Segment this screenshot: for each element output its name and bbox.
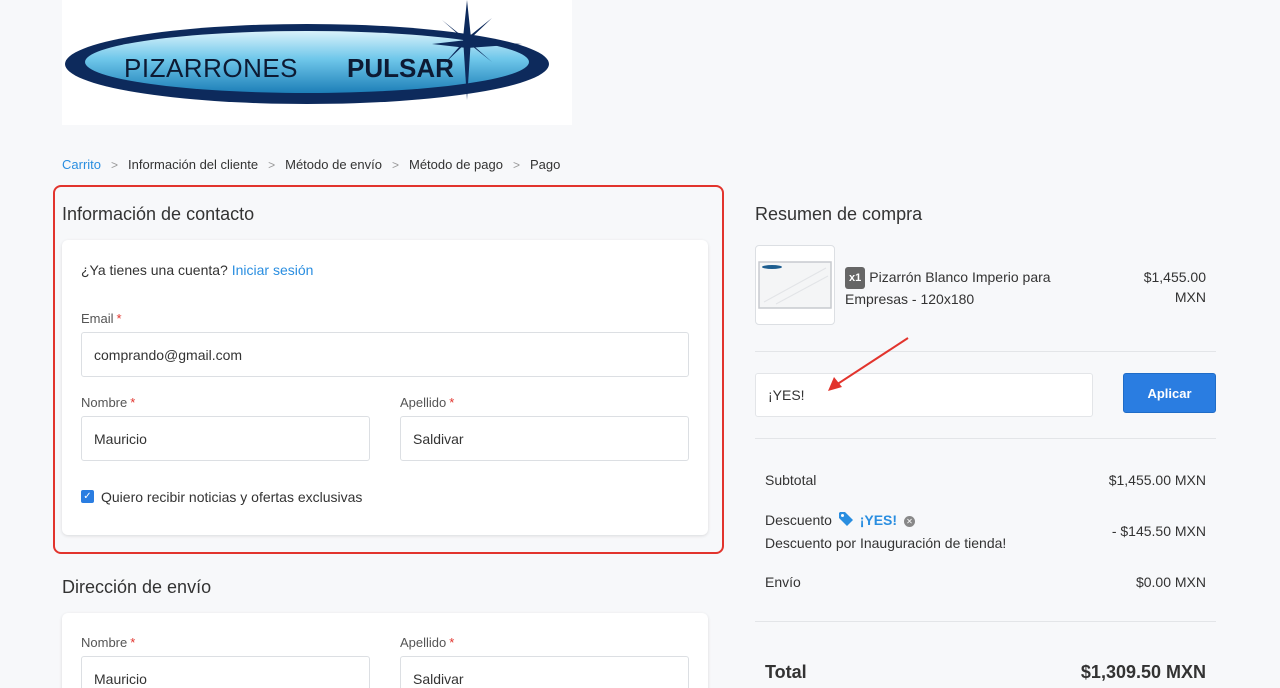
required-mark: * [116,311,122,326]
breadcrumb-payment: Pago [529,157,561,172]
check-icon: ✓ [83,491,92,502]
chevron-right-icon: > [391,157,399,172]
product-price-currency: MXN [1174,289,1206,305]
total-value: $1,309.50 MXN [1080,662,1206,682]
product-thumbnail [755,245,835,325]
subtotal-label: Subtotal [765,472,817,488]
logo-text-light: PIZARRONES [124,53,298,83]
shipping-first-name-field[interactable]: Mauricio [81,656,370,688]
apply-coupon-button[interactable]: Aplicar [1123,373,1216,413]
last-name-field[interactable]: Saldivar [400,416,689,461]
breadcrumb-payment-method: Método de pago [409,157,503,172]
breadcrumb-shipping-method: Método de envío [285,157,382,172]
product-name: x1 Pizarrón Blanco Imperio para Empresas … [845,267,1095,309]
chevron-right-icon: > [111,157,119,172]
shipping-last-name-label: Apellido * [400,635,454,650]
logo-text-bold: PULSAR [347,53,454,83]
discount-label-row: Descuento ¡YES! ✕ [765,511,915,528]
shipping-first-name-label-text: Nombre [81,635,128,650]
shipping-cost-value: $0.00 MXN [1135,574,1206,590]
divider [755,621,1216,622]
required-mark: * [130,635,136,650]
first-name-field[interactable]: Mauricio [81,416,370,461]
discount-label: Descuento [765,512,832,528]
product-name-text: Pizarrón Blanco Imperio para Empresas - … [845,269,1051,307]
coupon-field[interactable]: ¡YES! [755,373,1093,417]
login-link[interactable]: Iniciar sesión [232,262,314,278]
shipping-section-title: Dirección de envío [62,577,212,597]
summary-title: Resumen de compra [755,204,923,224]
email-label-text: Email [81,311,114,326]
email-field[interactable]: comprando@gmail.com [81,332,689,377]
account-prompt: ¿Ya tienes una cuenta? Iniciar sesión [81,262,313,278]
breadcrumb-cart[interactable]: Carrito [62,157,101,172]
whiteboard-image [758,261,832,309]
chevron-right-icon: > [268,157,276,172]
required-mark: * [449,635,455,650]
last-name-label: Apellido * [400,395,454,410]
first-name-label: Nombre * [81,395,135,410]
last-name-label-text: Apellido [400,395,447,410]
discount-description: Descuento por Inauguración de tienda! [765,535,1007,551]
store-logo[interactable]: PIZARRONES PULSAR [62,0,572,125]
shipping-last-name-field[interactable]: Saldivar [400,656,689,688]
product-price: $1,455.00 MXN [1110,267,1206,307]
shipping-cost-label: Envío [765,574,801,590]
required-mark: * [449,395,455,410]
required-mark: * [130,395,136,410]
quantity-badge: x1 [845,267,866,289]
discount-code: ¡YES! [859,512,898,528]
breadcrumb: Carrito > Información del cliente > Méto… [62,157,560,172]
subtotal-value: $1,455.00 MXN [1108,472,1206,488]
arrow-annotation [828,337,909,391]
divider [755,438,1216,439]
breadcrumb-customer-info: Información del cliente [128,157,259,172]
shipping-first-name-label: Nombre * [81,635,135,650]
total-label: Total [765,662,807,682]
remove-icon[interactable]: ✕ [903,516,915,527]
tag-icon [838,512,853,526]
account-prompt-text: ¿Ya tienes una cuenta? [81,262,228,278]
first-name-label-text: Nombre [81,395,128,410]
shipping-last-name-label-text: Apellido [400,635,447,650]
product-price-amount: $1,455.00 [1143,269,1206,285]
newsletter-checkbox[interactable]: ✓ [81,490,94,503]
chevron-right-icon: > [512,157,520,172]
discount-value: - $145.50 MXN [1111,523,1206,539]
contact-section-title: Información de contacto [62,204,255,224]
newsletter-label: Quiero recibir noticias y ofertas exclus… [101,489,363,505]
email-label: Email * [81,311,122,326]
